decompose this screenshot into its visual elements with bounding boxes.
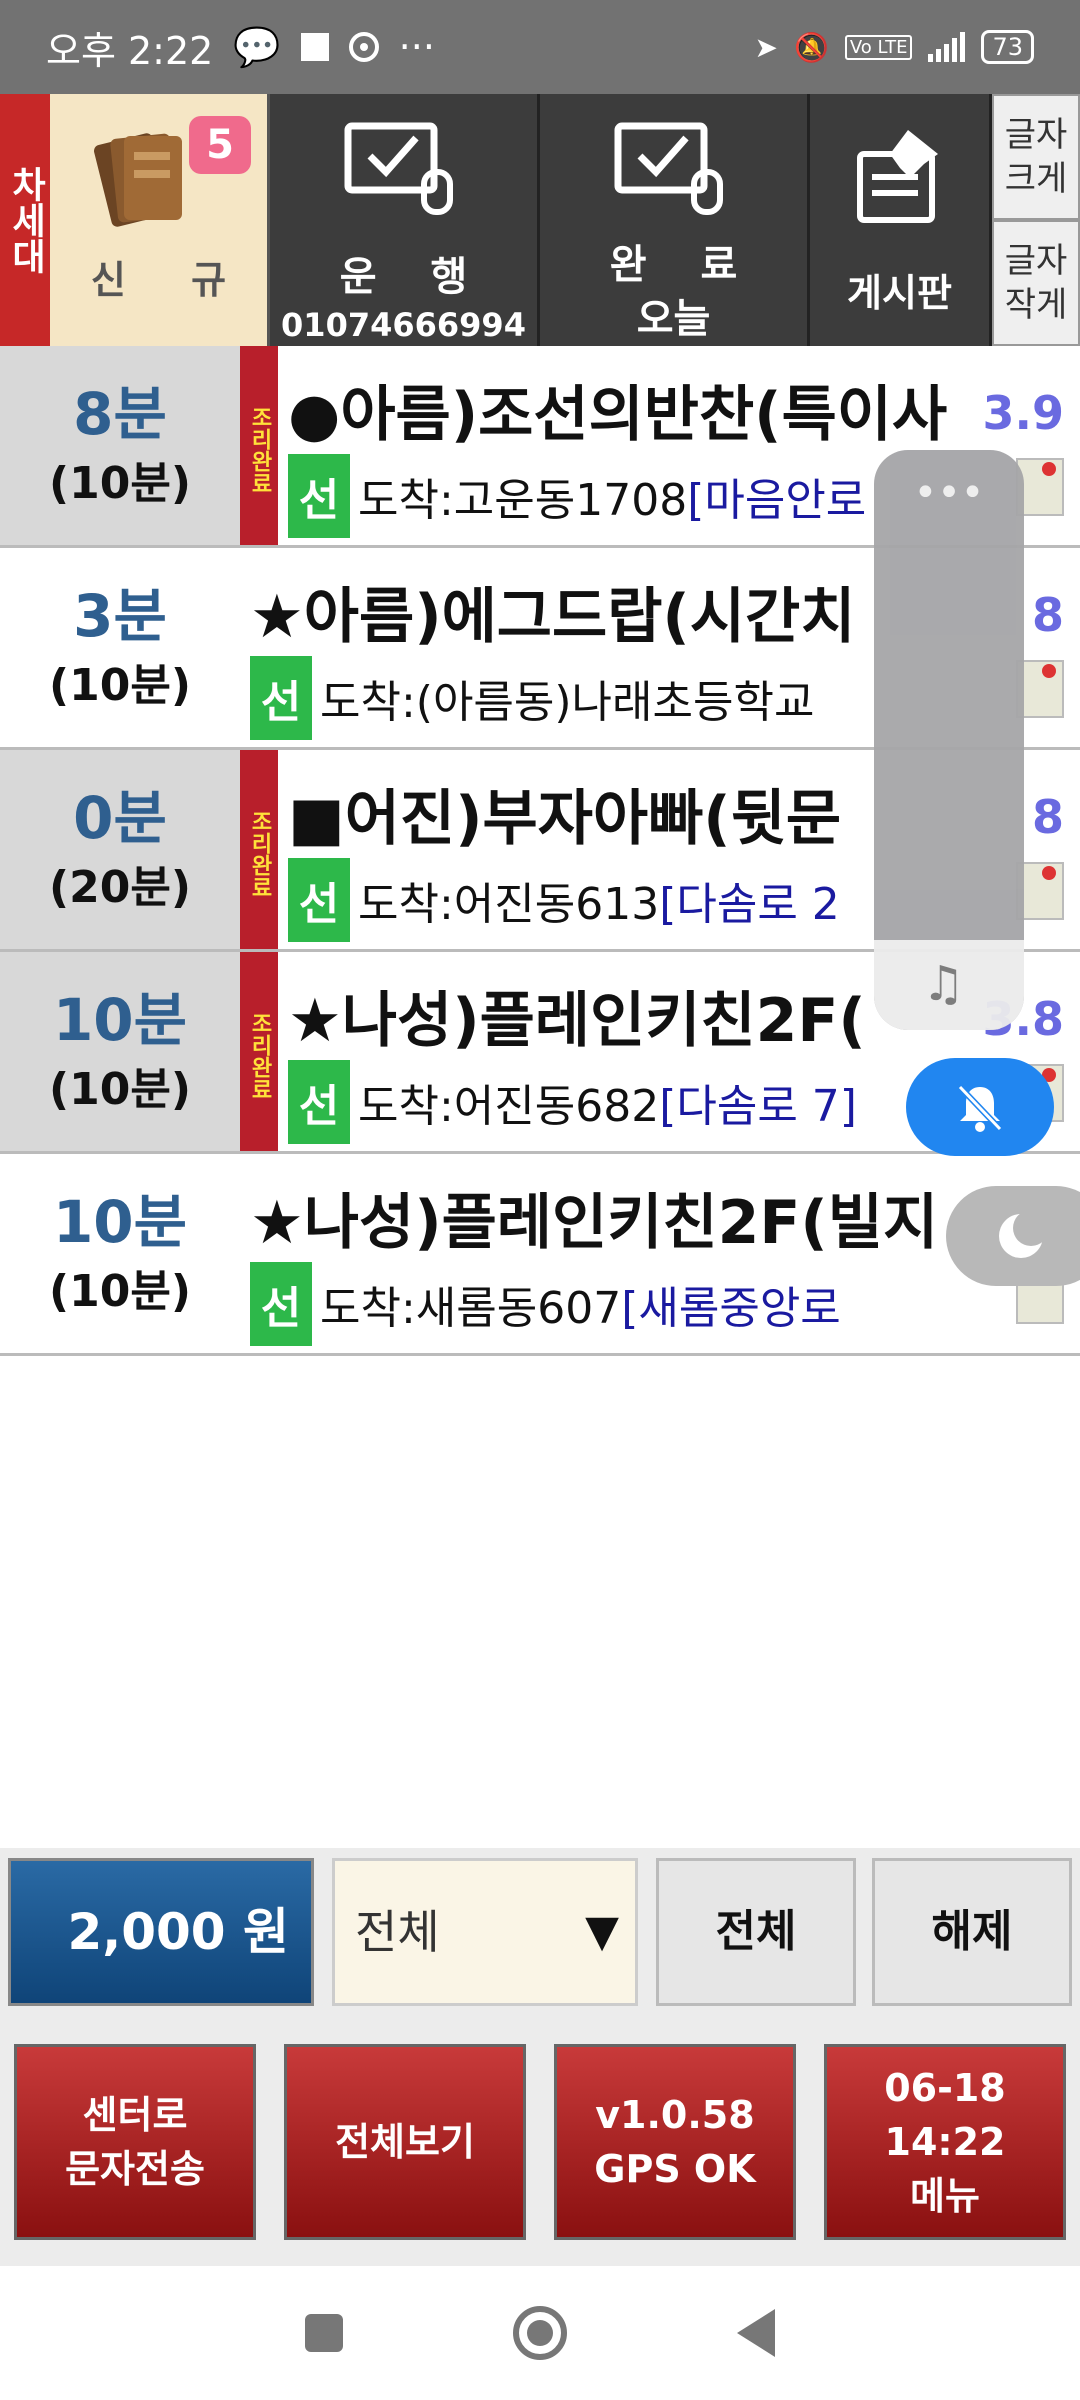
new-count-badge: 5 (189, 116, 251, 174)
menu-button[interactable]: 06-18 14:22 메뉴 (824, 2044, 1066, 2240)
bell-off-icon (957, 1084, 1003, 1132)
generation-label: 차세대 (0, 94, 50, 346)
destination-address: 도착:어진동613 (358, 879, 660, 930)
today-label: 오늘 (636, 296, 711, 342)
order-row[interactable]: 10분 (10분) ★나성)플레인키친2F(빌지 선 도착:새롬동607 [새롬중앙로 (0, 1154, 1080, 1356)
mute-icon: 🔕 (794, 30, 829, 64)
send-sms-button[interactable]: 센터로 문자전송 (14, 2044, 256, 2240)
store-name: ★아름)에그드랍(시간치 (250, 582, 856, 652)
panel-more-icon[interactable]: ••• (874, 470, 1024, 516)
store-name: ★나성)플레인키친2F( (288, 986, 866, 1056)
order-time: 0분 (20분) (0, 750, 240, 949)
chat-icon: 💬 (233, 24, 281, 69)
completed-label: 완 료 (609, 242, 758, 288)
new-label: 신 규 (90, 258, 253, 302)
volte-icon: Vo LTE (844, 34, 913, 60)
store-name: ■어진)부자아빠(뒷문 (288, 784, 842, 854)
monitor-check-icon (344, 122, 453, 215)
store-name: ●아름)조선의반찬(특이사 (288, 380, 948, 450)
order-time: 8분 (10분) (0, 346, 240, 545)
distance: 8 (1031, 790, 1064, 844)
road-address: [다솜로 2 (659, 879, 840, 930)
status-time: 오후 2:22 (46, 28, 214, 73)
recents-icon[interactable] (305, 2314, 343, 2352)
prepaid-badge: 선 (250, 656, 312, 740)
dropdown-arrow-icon: ▼ (585, 1906, 619, 1957)
signal-icon (928, 32, 966, 62)
mute-toggle-button[interactable] (906, 1058, 1054, 1156)
status-bar: 오후 2:22 💬 ··· ➤ 🔕 Vo LTE 73 (0, 0, 1080, 94)
road-address: [다솜로 7] (659, 1081, 857, 1132)
road-address: [새롬중앙로 (621, 1283, 841, 1334)
cook-done-tag: 조리완료 (240, 750, 278, 949)
running-label: 운 행 (339, 254, 488, 300)
bottom-panel: 2,000 원 전체 ▼ 전체 해제 센터로 문자전송 전체보기 v1.0.58 … (0, 1848, 1080, 2266)
phone-number: 01074666994 (281, 306, 526, 344)
top-toolbar: 차세대 5 신 규 운 행 01074666994 완 료 오늘 게시판 글자 … (0, 94, 1080, 346)
clear-button[interactable]: 해제 (872, 1858, 1072, 2006)
order-time: 10분 (10분) (0, 952, 240, 1151)
amount-display[interactable]: 2,000 원 (8, 1858, 314, 2006)
moon-icon (999, 1210, 1048, 1258)
monitor-check-icon (614, 122, 723, 215)
prepaid-badge: 선 (288, 454, 350, 538)
night-mode-button[interactable] (946, 1186, 1080, 1286)
destination-address: 도착:고운동1708 (358, 475, 688, 526)
prepaid-badge: 선 (288, 1060, 350, 1144)
version-gps-button[interactable]: v1.0.58 GPS OK (554, 2044, 796, 2240)
running-button[interactable]: 운 행 01074666994 (270, 94, 540, 346)
floating-tool-panel[interactable]: ••• ♫ (874, 450, 1024, 1030)
clipboard-pin-icon (857, 130, 938, 223)
battery-icon: 73 (981, 30, 1034, 64)
font-smaller-button[interactable]: 글자 작게 (992, 220, 1080, 346)
new-orders-button[interactable]: 5 신 규 (50, 94, 270, 346)
square-icon (300, 33, 329, 61)
home-icon[interactable] (513, 2306, 567, 2360)
board-label: 게시판 (847, 271, 952, 315)
order-time: 3분 (10분) (49, 581, 191, 711)
destination-address: 도착:어진동682 (358, 1081, 660, 1132)
font-size-buttons: 글자 크게 글자 작게 (992, 94, 1080, 346)
road-address: [마음안로 (687, 475, 867, 526)
system-nav-bar (0, 2266, 1080, 2400)
filter-select[interactable]: 전체 ▼ (332, 1858, 638, 2006)
store-name: ★나성)플레인키친2F(빌지 (250, 1188, 939, 1258)
select-all-button[interactable]: 전체 (656, 1858, 856, 2006)
back-icon[interactable] (737, 2309, 775, 2357)
order-time: 10분 (10분) (49, 1187, 191, 1317)
cook-done-tag: 조리완료 (240, 346, 278, 545)
record-icon (348, 32, 379, 62)
music-note-icon[interactable]: ♫ (922, 956, 965, 1012)
location-icon: ➤ (754, 30, 778, 64)
destination-address: 도착:(아름동)나래초등학교 (320, 677, 815, 728)
cook-done-tag: 조리완료 (240, 952, 278, 1151)
notebook-icon (94, 133, 182, 227)
destination-address: 도착:새롬동607 (320, 1283, 622, 1334)
distance: 3.9 (982, 386, 1065, 440)
prepaid-badge: 선 (288, 858, 350, 942)
completed-button[interactable]: 완 료 오늘 (540, 94, 810, 346)
prepaid-badge: 선 (250, 1262, 312, 1346)
view-all-button[interactable]: 전체보기 (284, 2044, 526, 2240)
font-bigger-button[interactable]: 글자 크게 (992, 94, 1080, 220)
distance: 8 (1031, 588, 1064, 642)
more-icon: ··· (398, 25, 435, 69)
board-button[interactable]: 게시판 (810, 94, 992, 346)
